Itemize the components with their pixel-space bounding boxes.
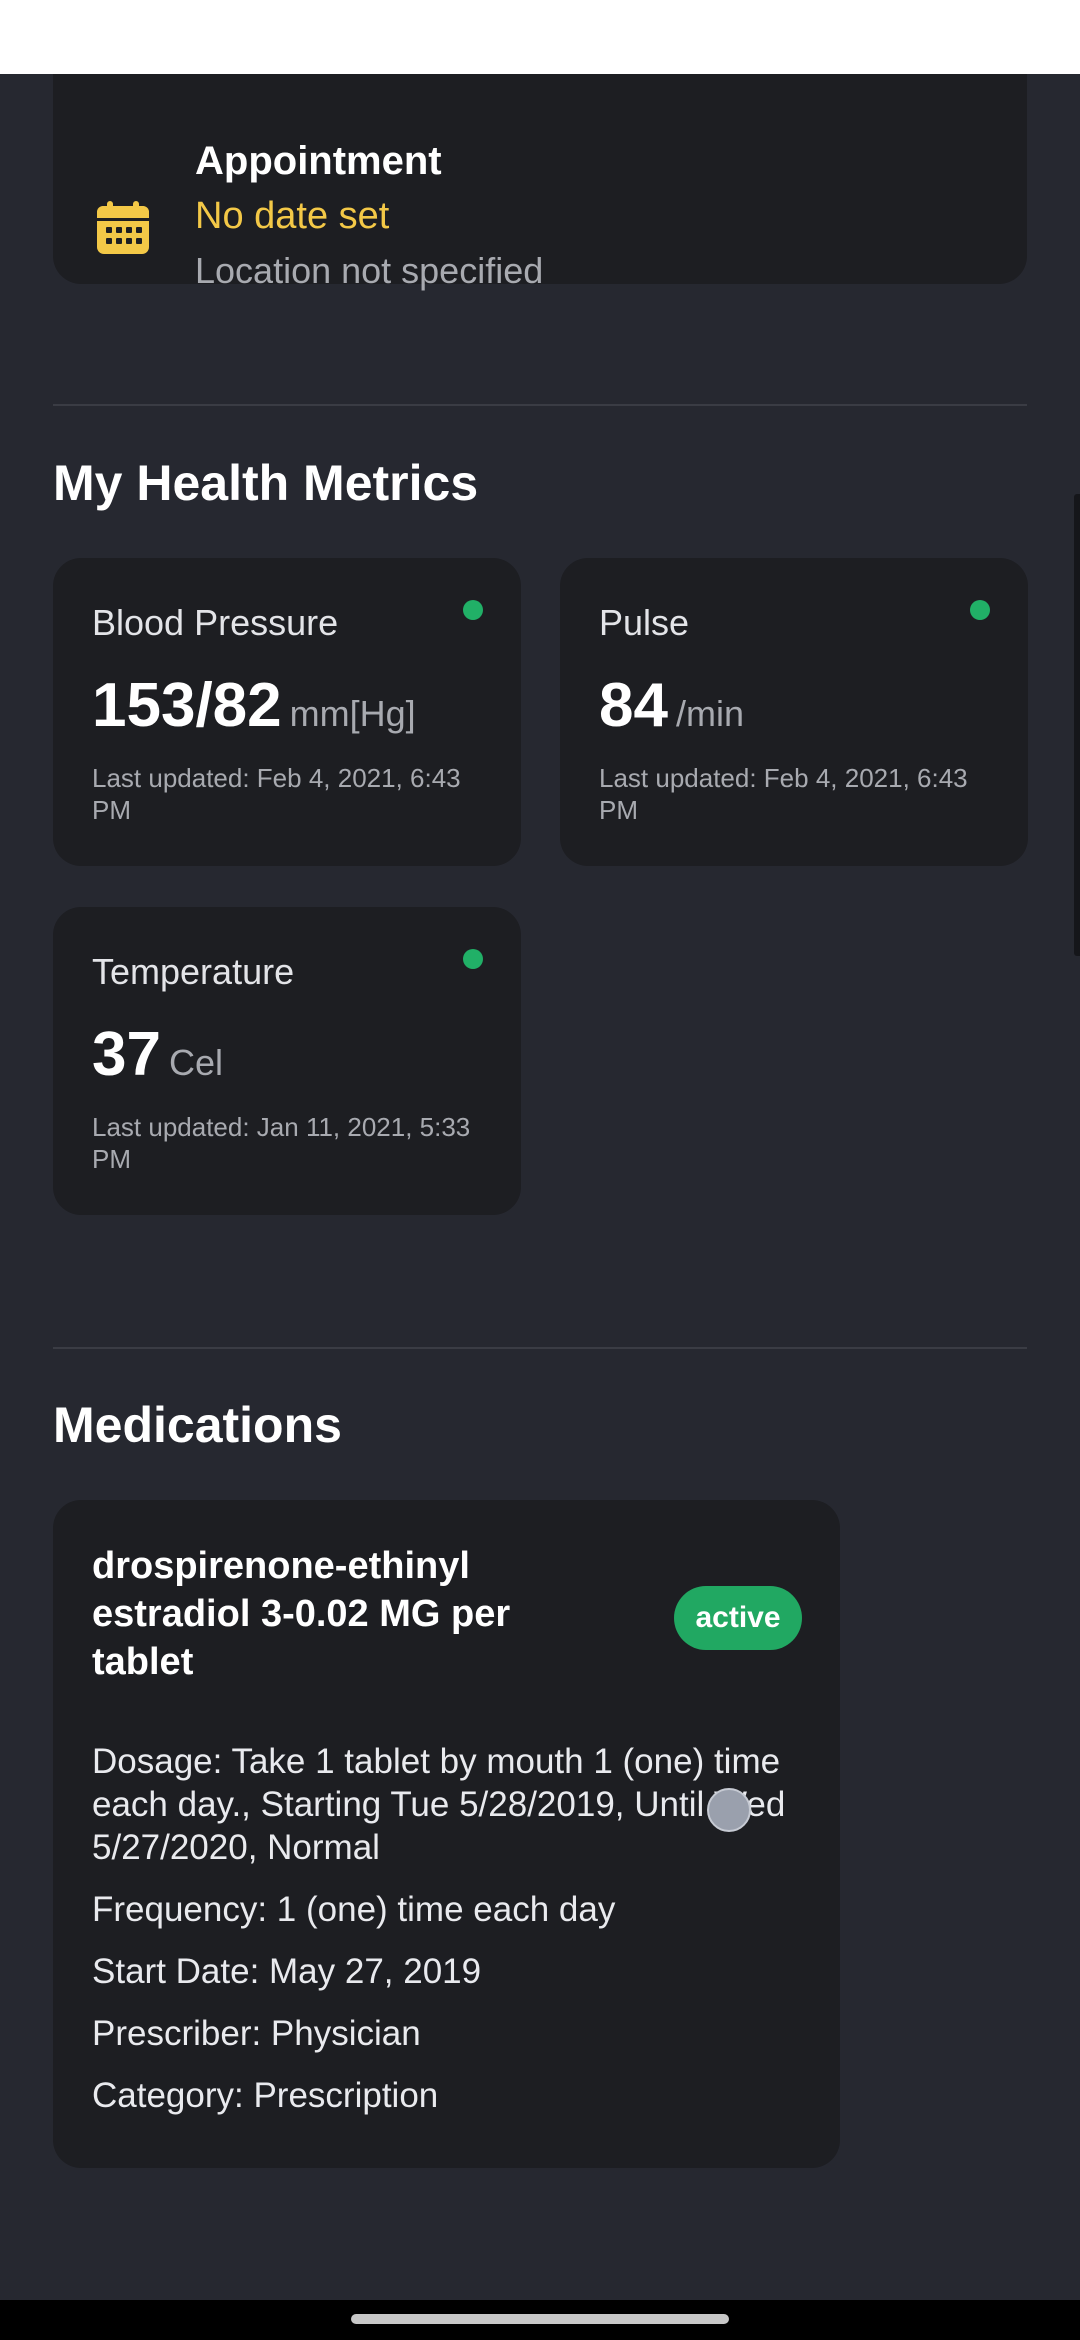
status-dot [970, 600, 990, 620]
calendar-icon [97, 201, 149, 254]
metric-card-blood-pressure[interactable]: Blood Pressure 153/82 mm[Hg] Last updated… [53, 558, 521, 866]
metric-unit: mm[Hg] [289, 693, 416, 734]
metric-name: Blood Pressure [92, 602, 339, 643]
home-gesture-handle[interactable] [351, 2314, 729, 2324]
appointment-date: No date set [195, 195, 390, 237]
metric-value: 37 [92, 1020, 161, 1089]
metric-last-updated: Last updated: Jan 11, 2021, 5:33 PM [92, 1112, 471, 1174]
metric-card-pulse[interactable]: Pulse 84/min Last updated: Feb 4, 2021, … [560, 558, 1028, 866]
metric-value-row: 153/82 mm[Hg] [92, 670, 416, 741]
medication-card[interactable]: drospirenone-ethinyl estradiol 3-0.02 MG… [53, 1500, 840, 2168]
touch-indicator [707, 1788, 751, 1832]
metric-name: Pulse [599, 602, 690, 643]
metric-value: 84 [599, 671, 668, 740]
status-dot [463, 949, 483, 969]
status-badge: active [674, 1586, 802, 1650]
metric-unit: /min [675, 693, 744, 734]
medication-frequency: Frequency: 1 (one) time each day [92, 1890, 616, 1929]
health-metrics-title: My Health Metrics [53, 455, 479, 511]
section-divider [53, 1347, 1027, 1349]
scrollbar[interactable] [1074, 494, 1080, 956]
metric-unit: Cel [168, 1042, 223, 1083]
status-dot [463, 600, 483, 620]
metric-value-row: 37 Cel [92, 1019, 223, 1090]
status-bar [0, 0, 1080, 74]
metric-last-updated: Last updated: Feb 4, 2021, 6:43 PM [599, 763, 968, 825]
metric-card-temperature[interactable]: Temperature 37 Cel Last updated: Jan 11, … [53, 907, 521, 1215]
medication-category: Category: Prescription [92, 2076, 439, 2115]
medications-title: Medications [53, 1397, 342, 1453]
medication-prescriber: Prescriber: Physician [92, 2014, 421, 2053]
metric-value: 153/82 [92, 671, 282, 740]
metric-last-updated: Last updated: Feb 4, 2021, 6:43 PM [92, 763, 461, 825]
medication-details: Dosage: Take 1 tablet by mouth 1 (one) t… [92, 1740, 802, 2136]
medication-start-date: Start Date: May 27, 2019 [92, 1952, 482, 1991]
medication-dosage: Dosage: Take 1 tablet by mouth 1 (one) t… [92, 1742, 786, 1867]
metric-value-row: 84/min [599, 670, 744, 741]
main-scroll-area[interactable]: Appointment No date set Location not spe… [0, 74, 1080, 2300]
appointment-card[interactable]: Appointment No date set Location not spe… [53, 74, 1027, 291]
appointment-location: Location not specified [195, 250, 544, 291]
appointment-title: Appointment [195, 139, 442, 183]
metric-name: Temperature [92, 951, 295, 992]
section-divider [53, 404, 1027, 406]
medication-name: drospirenone-ethinyl estradiol 3-0.02 MG… [92, 1545, 511, 1683]
